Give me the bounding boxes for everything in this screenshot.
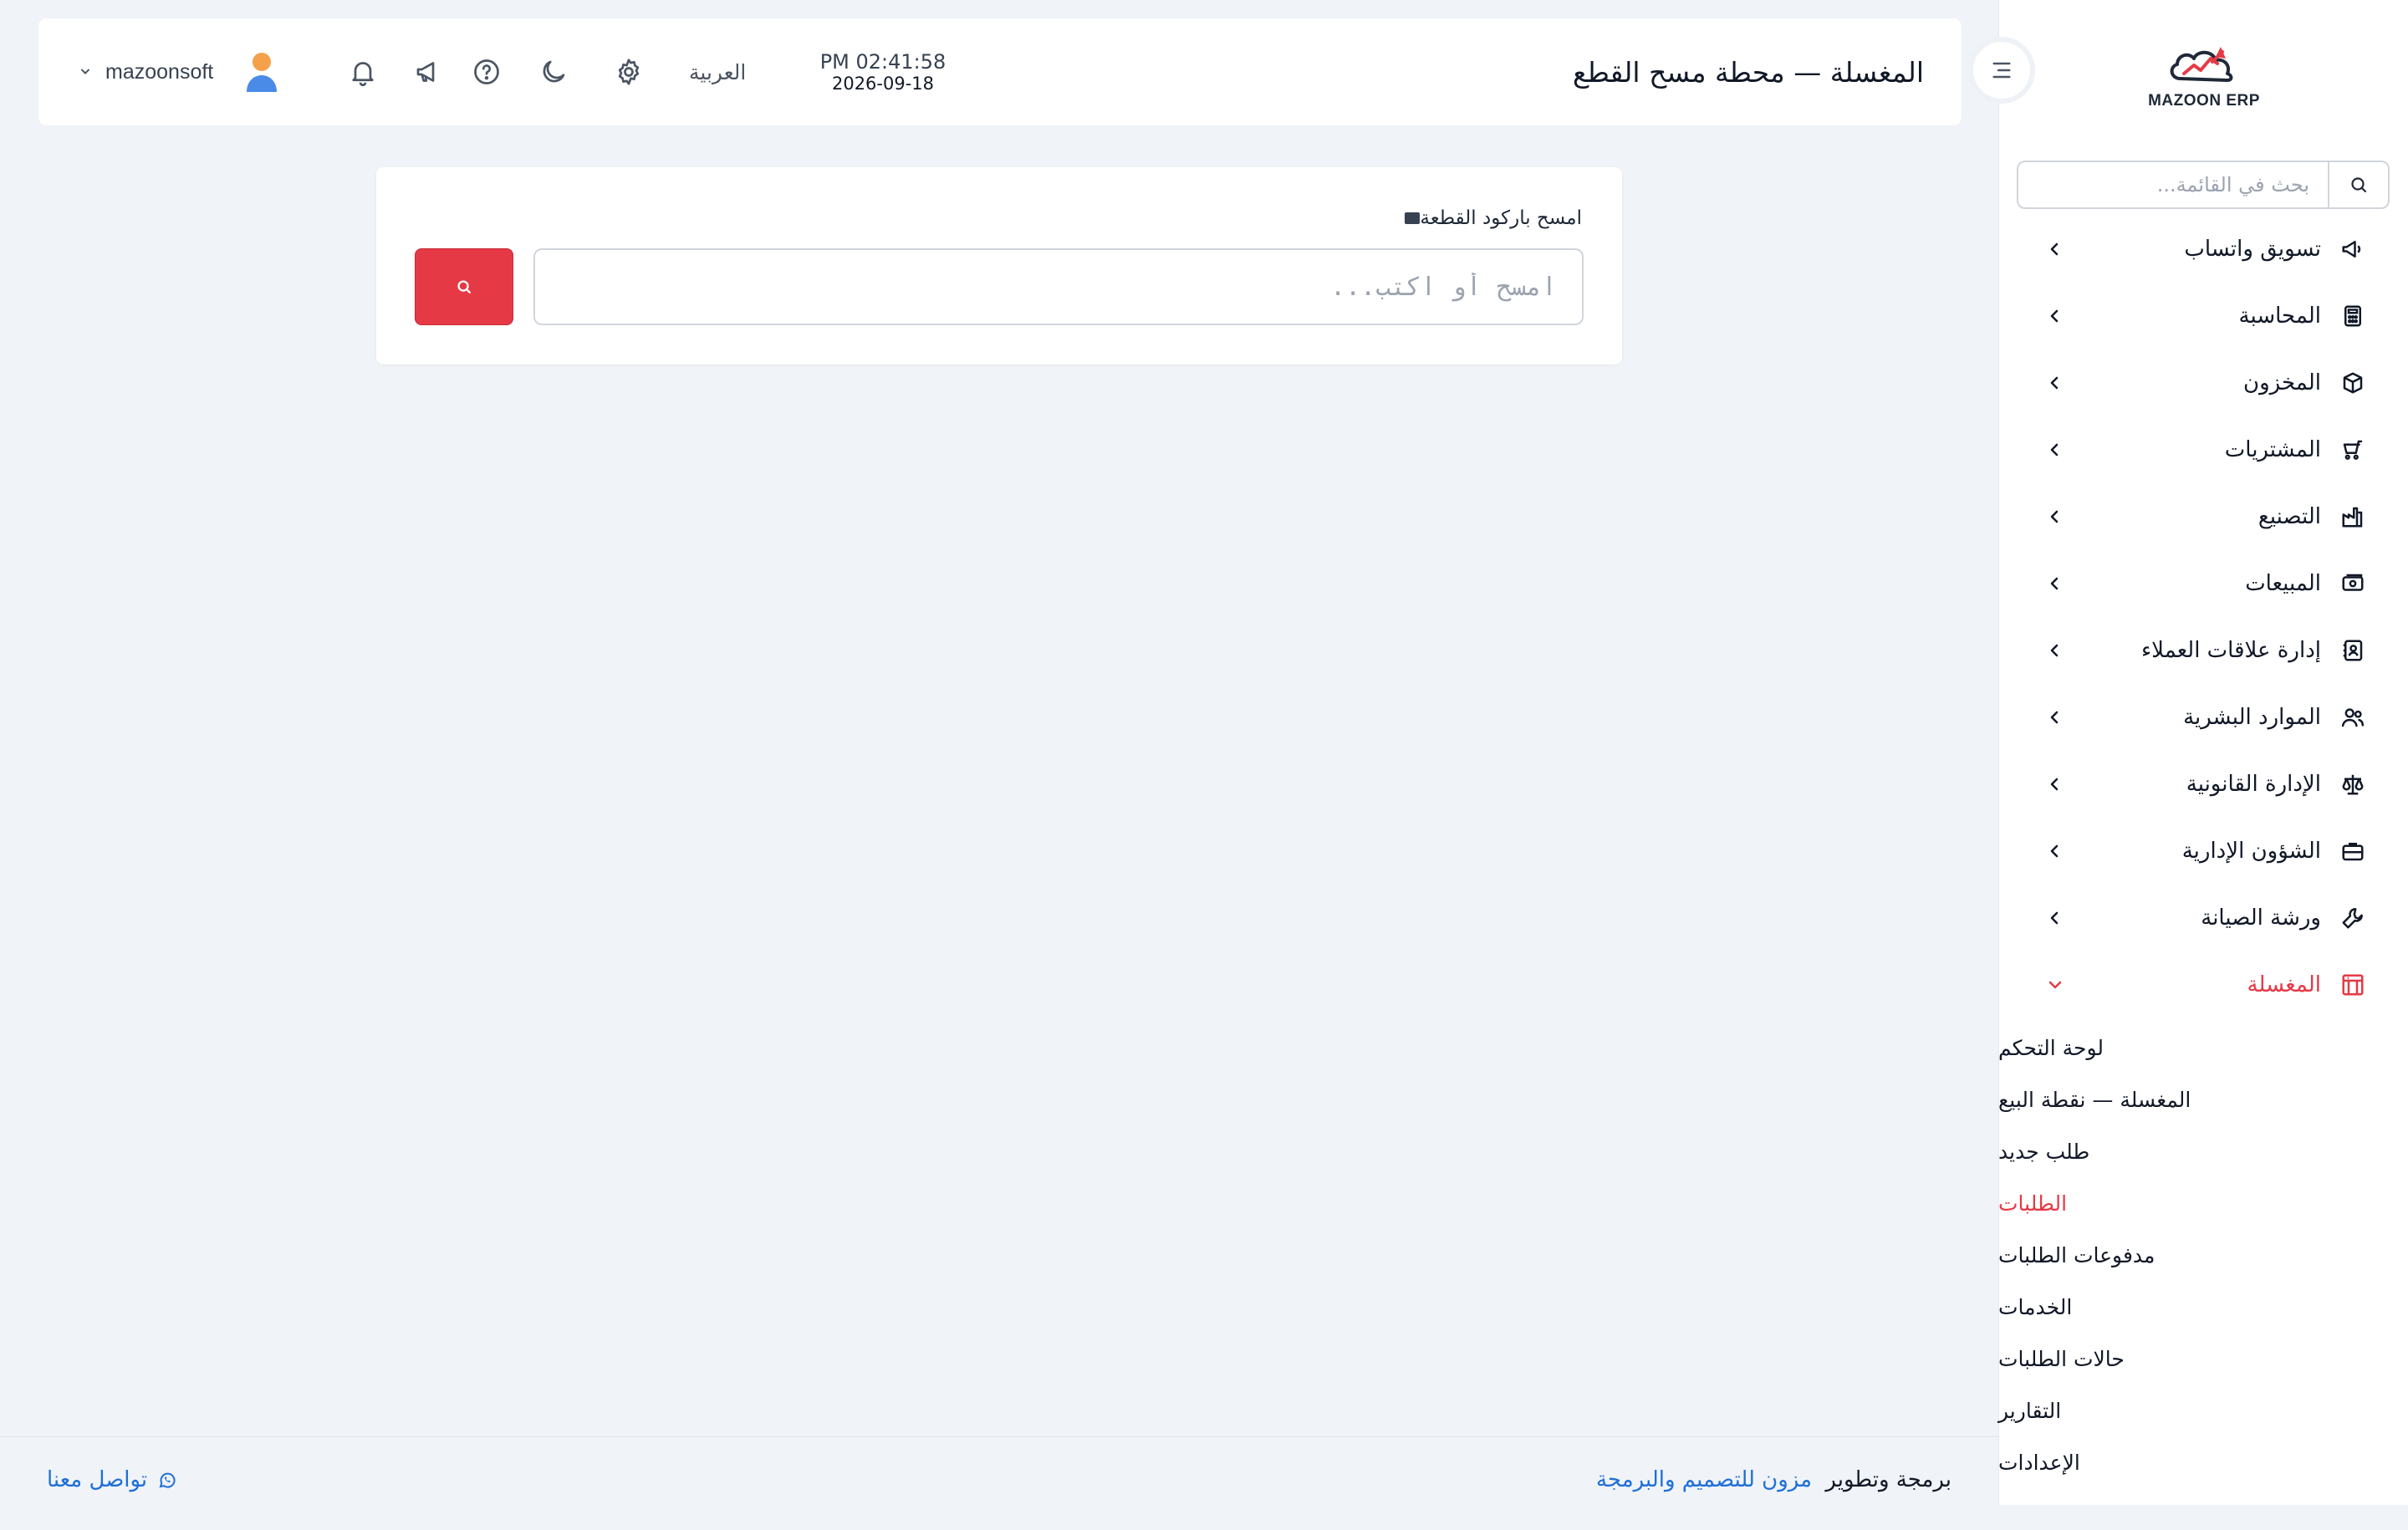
scan-label-text: امسح باركود القطعة: [1420, 207, 1582, 229]
submenu-item-services[interactable]: الخدمات: [1998, 1281, 2408, 1333]
sidebar-item-admin-affairs[interactable]: الشؤون الإدارية: [1998, 818, 2408, 885]
footer: برمجة وتطوير مزون للتصميم والبرمجة تواصل…: [0, 1436, 1998, 1530]
scan-label: امسح باركود القطعة: [1391, 207, 1582, 229]
chevron-left-icon: [2045, 574, 2065, 594]
sidebar-item-sales[interactable]: المبيعات: [1998, 550, 2408, 617]
brand-logo[interactable]: MAZOON ERP: [1999, 33, 2408, 117]
contacts-book-icon: [2339, 637, 2366, 664]
sidebar-item-label: المشتريات: [2224, 437, 2321, 462]
scale-icon: [2339, 771, 2366, 798]
sidebar-item-whatsapp-marketing[interactable]: تسويق واتساب: [1998, 216, 2408, 283]
submenu-item-order-payments[interactable]: مدفوعات الطلبات: [1998, 1229, 2408, 1281]
laundry-icon: [2339, 972, 2366, 998]
sidebar: MAZOON ERP تسويق واتساب المحاسبة المخزون…: [1998, 0, 2408, 1505]
page-title: المغسلة — محطة مسح القطع: [1573, 55, 1924, 89]
sidebar-toggle-button[interactable]: [1968, 37, 2035, 104]
sidebar-item-purchases[interactable]: المشتريات: [1998, 416, 2408, 483]
menu-icon: [1992, 62, 2011, 79]
box-icon: [2339, 370, 2366, 396]
sidebar-item-label: المبيعات: [2245, 571, 2321, 596]
chevron-left-icon: [2045, 239, 2065, 259]
megaphone-icon: [2339, 236, 2366, 263]
chevron-left-icon: [2045, 841, 2065, 861]
sidebar-item-manufacturing[interactable]: التصنيع: [1998, 483, 2408, 550]
sidebar-item-inventory[interactable]: المخزون: [1998, 349, 2408, 416]
sidebar-item-label: الإدارة القانونية: [2186, 772, 2321, 797]
sidebar-item-label: تسويق واتساب: [2184, 237, 2321, 262]
footer-credit-link[interactable]: مزون للتصميم والبرمجة: [1596, 1467, 1812, 1492]
sidebar-item-crm[interactable]: إدارة علاقات العملاء: [1998, 617, 2408, 684]
topbar: المغسلة — محطة مسح القطع PM 02:41:58 202…: [38, 18, 1962, 125]
wrench-icon: [2339, 905, 2366, 931]
sidebar-item-label: الموارد البشرية: [2183, 705, 2321, 730]
submenu-item-new-order[interactable]: طلب جديد: [1998, 1125, 2408, 1177]
search-icon[interactable]: [2328, 162, 2388, 207]
sidebar-item-accounting[interactable]: المحاسبة: [1998, 283, 2408, 349]
sidebar-item-label: المحاسبة: [2238, 303, 2321, 329]
factory-icon: [2339, 503, 2366, 530]
bell-icon[interactable]: [346, 55, 380, 89]
clock-date: 2026-09-18: [831, 74, 935, 94]
user-menu[interactable]: mazoonsoft: [79, 18, 282, 125]
briefcase-icon: [2339, 838, 2366, 864]
language-switcher[interactable]: العربية: [689, 18, 746, 125]
chevron-left-icon: [2045, 306, 2065, 326]
sidebar-item-legal[interactable]: الإدارة القانونية: [1998, 751, 2408, 818]
sidebar-search: [2017, 161, 2390, 209]
gear-icon[interactable]: [612, 55, 645, 89]
sidebar-item-maintenance[interactable]: ورشة الصيانة: [1998, 885, 2408, 951]
chevron-down-icon: [2045, 975, 2065, 995]
sidebar-search-input[interactable]: [2018, 162, 2328, 207]
submenu-item-pos[interactable]: المغسلة — نقطة البيع: [1998, 1074, 2408, 1125]
contact-label: تواصل معنا: [47, 1467, 148, 1492]
barcode-icon: [1405, 212, 1421, 224]
whatsapp-icon: [157, 1470, 177, 1490]
sidebar-item-label: المخزون: [2243, 370, 2321, 395]
submenu-item-orders[interactable]: الطلبات: [1998, 1177, 2408, 1229]
megaphone-icon[interactable]: [411, 55, 445, 89]
sidebar-item-label: التصنيع: [2258, 504, 2321, 529]
sidebar-item-label: الشؤون الإدارية: [2181, 839, 2321, 864]
sidebar-item-hr[interactable]: الموارد البشرية: [1998, 684, 2408, 751]
scan-search-button[interactable]: [415, 248, 513, 325]
submenu-item-settings[interactable]: الإعدادات: [1998, 1436, 2408, 1488]
sidebar-item-label: المغسلة: [2247, 972, 2321, 997]
sidebar-nav: تسويق واتساب المحاسبة المخزون المشتريات …: [1998, 216, 2408, 1488]
footer-credit: برمجة وتطوير مزون للتصميم والبرمجة: [1596, 1467, 1951, 1492]
cart-icon: [2339, 436, 2366, 463]
chevron-left-icon: [2045, 373, 2065, 393]
moon-icon[interactable]: [537, 55, 570, 89]
calculator-icon: [2339, 303, 2366, 329]
chevron-down-icon: [79, 64, 94, 79]
chevron-left-icon: [2045, 908, 2065, 928]
search-icon: [457, 280, 472, 294]
cash-register-icon: [2339, 570, 2366, 597]
sidebar-item-laundry[interactable]: المغسلة: [1998, 951, 2408, 1018]
users-icon: [2339, 704, 2366, 731]
contact-link[interactable]: تواصل معنا: [47, 1467, 177, 1492]
chevron-left-icon: [2045, 440, 2065, 460]
avatar: [242, 50, 282, 94]
username: mazoonsoft: [105, 59, 214, 84]
chevron-left-icon: [2045, 640, 2065, 660]
chevron-left-icon: [2045, 707, 2065, 727]
submenu-item-order-statuses[interactable]: حالات الطلبات: [1998, 1333, 2408, 1385]
submenu-item-reports[interactable]: التقارير: [1998, 1385, 2408, 1436]
chevron-left-icon: [2045, 507, 2065, 527]
clock: PM 02:41:58 2026-09-18: [791, 52, 975, 93]
logo-mark-icon: [2170, 47, 2233, 82]
submenu-item-dashboard[interactable]: لوحة التحكم: [1998, 1022, 2408, 1074]
barcode-input[interactable]: [533, 248, 1584, 325]
sidebar-item-label: ورشة الصيانة: [2201, 905, 2321, 931]
sidebar-item-label: إدارة علاقات العملاء: [2140, 638, 2321, 663]
footer-credit-prefix: برمجة وتطوير: [1825, 1467, 1951, 1492]
clock-time: PM 02:41:58: [819, 50, 946, 74]
help-icon[interactable]: [470, 55, 503, 89]
laundry-submenu: لوحة التحكم المغسلة — نقطة البيع طلب جدي…: [1998, 1018, 2408, 1488]
chevron-left-icon: [2045, 774, 2065, 794]
brand-name: MAZOON ERP: [2148, 92, 2260, 110]
scan-card: امسح باركود القطعة: [376, 167, 1622, 365]
